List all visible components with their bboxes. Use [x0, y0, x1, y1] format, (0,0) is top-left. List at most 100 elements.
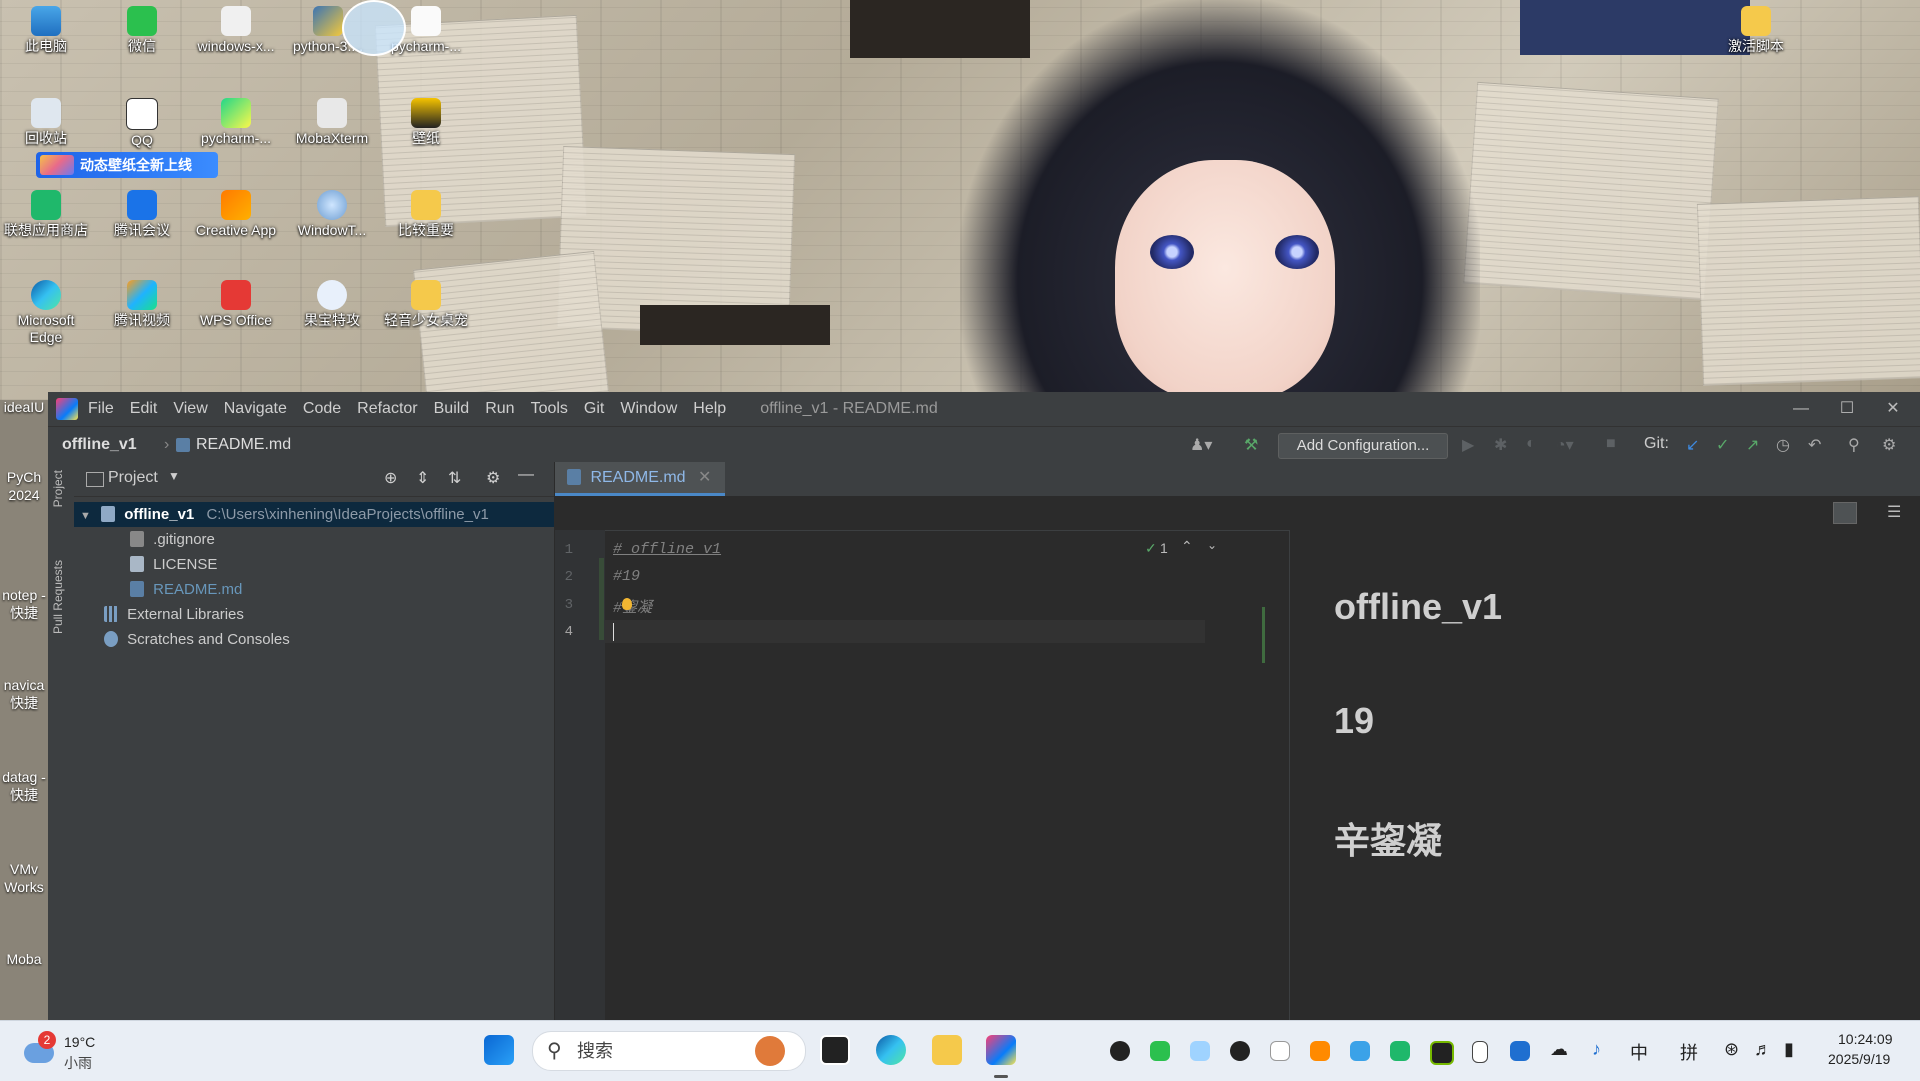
desktop-icon-folder-important[interactable]: 比较重要 [384, 190, 468, 239]
git-commit-icon[interactable]: ✓ [1716, 435, 1729, 455]
desktop-icon-navicat-shortcut[interactable]: navica 快捷 [0, 676, 48, 712]
git-push-icon[interactable]: ↗ [1746, 435, 1759, 455]
profiler-icon[interactable]: ◔▾ [1556, 435, 1574, 455]
desktop-icon-mobaxterm[interactable]: MobaXterm [290, 98, 374, 147]
floating-assistant-ball[interactable] [342, 0, 406, 56]
menu-navigate[interactable]: Navigate [224, 400, 287, 418]
desktop-icon-creative-app[interactable]: Creative App [194, 190, 278, 239]
desktop-icon-this-pc[interactable]: 此电脑 [4, 6, 88, 55]
tree-file-gitignore[interactable]: .gitignore [130, 527, 215, 552]
desktop-icon-windowt[interactable]: WindowT... [290, 190, 374, 239]
desktop-icon-qq[interactable]: QQ [100, 98, 184, 149]
tab-close-icon[interactable]: ✕ [698, 469, 711, 486]
creative-tray-icon[interactable] [1310, 1041, 1330, 1061]
minimize-icon[interactable]: — [1778, 392, 1824, 426]
user-account-icon[interactable]: ♟▾ [1190, 435, 1212, 455]
ime-mode-indicator[interactable]: 拼 [1680, 1039, 1698, 1065]
file-explorer-icon[interactable] [932, 1035, 962, 1065]
locate-file-icon[interactable]: ⊕ [384, 468, 397, 488]
desktop-icon-lenovo-store[interactable]: 联想应用商店 [4, 190, 88, 239]
run-icon[interactable]: ▶ [1462, 435, 1474, 455]
task-view-icon[interactable] [820, 1035, 850, 1065]
collapse-all-icon[interactable]: ⇅ [448, 468, 461, 488]
desktop-icon-idea[interactable]: ideaIU [0, 398, 48, 416]
inspection-ok-icon[interactable]: ✓ [1145, 540, 1157, 557]
history-clock-icon[interactable]: ◷ [1776, 435, 1790, 455]
desktop-icon-wps[interactable]: WPS Office [194, 280, 278, 329]
breadcrumb-project[interactable]: offline_v1 [62, 436, 137, 454]
menu-run[interactable]: Run [485, 400, 514, 418]
editor-tab-readme[interactable]: README.md ✕ [555, 462, 726, 496]
clipboard-tray-icon[interactable] [1270, 1041, 1290, 1061]
desktop-icon-wallpaper[interactable]: 壁纸 [384, 98, 468, 147]
onedrive-offline-icon[interactable]: ☁ [1550, 1039, 1568, 1060]
menu-help[interactable]: Help [693, 400, 726, 418]
microphone-icon[interactable]: ♪ [1592, 1039, 1601, 1060]
menu-window[interactable]: Window [620, 400, 677, 418]
menu-edit[interactable]: Edit [130, 400, 158, 418]
feishu-tray-icon[interactable] [1350, 1041, 1370, 1061]
coverage-icon[interactable]: ◐ [1526, 435, 1536, 453]
wechat-tray-icon[interactable] [1150, 1041, 1170, 1061]
git-update-icon[interactable]: ↙ [1686, 435, 1699, 455]
tree-root-project[interactable]: ▼ offline_v1 C:\Users\xinhening\IdeaProj… [74, 502, 554, 527]
security-shield-icon[interactable] [1510, 1041, 1530, 1061]
usb-device-icon[interactable] [1472, 1041, 1488, 1063]
nvidia-tray-icon[interactable] [1430, 1041, 1454, 1065]
desktop-icon-moba[interactable]: Moba [0, 950, 48, 968]
menu-git[interactable]: Git [584, 400, 604, 418]
rollback-icon[interactable]: ↶ [1808, 435, 1821, 455]
editor-only-icon[interactable]: ☰ [1887, 502, 1901, 522]
desktop-icon-datagrip-shortcut[interactable]: datag - 快捷 [0, 768, 48, 804]
tree-external-libraries[interactable]: External Libraries [104, 602, 244, 627]
store-tray-icon[interactable] [1390, 1041, 1410, 1061]
tree-file-readme[interactable]: README.md [130, 577, 242, 602]
panel-options-gear-icon[interactable]: ⚙ [486, 468, 500, 488]
hide-panel-icon[interactable]: — [518, 466, 534, 484]
wifi-icon[interactable]: ⊛ [1724, 1039, 1739, 1060]
expand-chevron-icon[interactable]: ▼ [80, 510, 91, 522]
desktop-icon-notepad-shortcut[interactable]: notep - 快捷 [0, 586, 48, 622]
intention-bulb-icon[interactable] [622, 598, 632, 610]
menu-code[interactable]: Code [303, 400, 341, 418]
wallpaper-promo-banner[interactable]: 动态壁纸全新上线 [36, 152, 218, 178]
desktop-icon-wechat[interactable]: 微信 [100, 6, 184, 55]
maximize-icon[interactable]: ☐ [1824, 392, 1870, 426]
input-language-indicator[interactable]: 中 [1630, 1039, 1648, 1065]
desktop-icon-keion-pet[interactable]: 轻音少女桌宠 [384, 280, 468, 329]
editor-and-preview-icon[interactable] [1833, 502, 1857, 524]
search-icon[interactable]: ⚲ [1848, 435, 1860, 455]
menu-view[interactable]: View [173, 400, 207, 418]
breadcrumb-file[interactable]: README.md [196, 436, 291, 454]
code-editor[interactable]: # offline_v1 #19 #鋆凝 ✓ 1 ⌃ ⌄ [605, 530, 1217, 1020]
desktop-icon-windows-x[interactable]: windows-x... [194, 6, 278, 55]
edge-taskbar-icon[interactable] [876, 1035, 906, 1065]
tree-scratches[interactable]: Scratches and Consoles [104, 627, 290, 652]
taskbar-search[interactable]: ⚲ 搜索 [532, 1031, 806, 1071]
desktop-icon-tencent-meeting[interactable]: 腾讯会议 [100, 190, 184, 239]
previous-highlight-icon[interactable]: ⌃ [1181, 538, 1193, 555]
app-tray-icon[interactable] [1190, 1041, 1210, 1061]
start-windows-icon[interactable] [484, 1035, 514, 1065]
next-highlight-icon[interactable]: ⌄ [1207, 538, 1217, 552]
clock-time[interactable]: 10:24:09 [1838, 1031, 1893, 1047]
project-view-selector[interactable]: Project [108, 469, 158, 487]
intellij-taskbar-icon[interactable] [986, 1035, 1016, 1065]
desktop-icon-vmware[interactable]: VMv Works [0, 860, 48, 896]
tool-tab-pull-requests[interactable]: Pull Requests [51, 560, 65, 634]
expand-all-icon[interactable]: ⇕ [416, 468, 429, 488]
chevron-down-icon[interactable]: ▼ [168, 469, 180, 483]
close-icon[interactable]: ✕ [1870, 392, 1916, 426]
qq-tray-icon[interactable] [1110, 1041, 1130, 1061]
desktop-icon-pycharm-shortcut[interactable]: PyCh 2024 [0, 468, 48, 504]
settings-gear-icon[interactable]: ⚙ [1882, 435, 1896, 455]
desktop-icon-edge[interactable]: Microsoft Edge [4, 280, 88, 346]
debug-icon[interactable]: ✱ [1494, 435, 1507, 455]
build-hammer-icon[interactable]: ⚒ [1244, 435, 1258, 455]
menu-file[interactable]: File [88, 400, 114, 418]
battery-icon[interactable]: ▮ [1784, 1039, 1794, 1060]
desktop-icon-guobao[interactable]: 果宝特攻 [290, 280, 374, 329]
stop-icon[interactable]: ■ [1606, 435, 1616, 453]
cloud-sync-tray-icon[interactable] [1230, 1041, 1250, 1061]
tool-tab-project[interactable]: Project [51, 470, 65, 507]
